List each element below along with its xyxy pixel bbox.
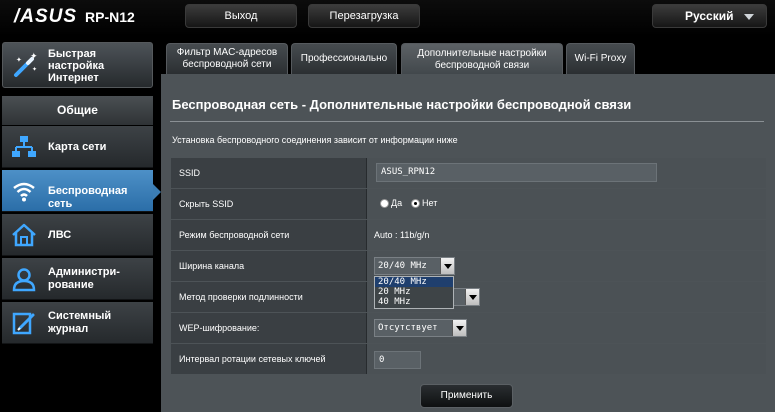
- hide-ssid-label: Скрыть SSID: [171, 189, 367, 219]
- wireless-mode-label: Режим беспроводной сети: [171, 220, 367, 250]
- channel-bandwidth-select[interactable]: 20/40 MHz: [374, 257, 455, 275]
- magic-wand-icon: ✦ ✦ ✦: [14, 52, 38, 77]
- sidebar-item-network-map[interactable]: Карта сети: [2, 126, 153, 168]
- tab-wifi-proxy[interactable]: Wi-Fi Proxy: [566, 43, 635, 74]
- chevron-down-icon: [744, 14, 754, 20]
- language-value: Русский: [685, 9, 734, 23]
- channel-bandwidth-label: Ширина канала: [171, 251, 367, 281]
- wep-encryption-select[interactable]: Отсутствует: [374, 319, 467, 337]
- general-section-title: Общие: [2, 96, 153, 125]
- apply-button[interactable]: Применить: [420, 384, 513, 408]
- sidebar-item-label: Беспроводная сеть: [48, 185, 128, 210]
- logout-button[interactable]: Выход: [185, 4, 297, 28]
- sidebar-item-label: Администри- рование: [48, 266, 120, 291]
- ssid-label: SSID: [171, 158, 367, 188]
- hide-ssid-yes-label: Да: [391, 198, 403, 208]
- quick-internet-setup-button[interactable]: ✦ ✦ ✦ Быстрая настройка Интернет: [2, 42, 153, 88]
- router-model: RP-N12: [85, 9, 135, 25]
- wireless-mode-value: Auto : 11b/g/n: [374, 230, 430, 240]
- page-title: Беспроводная сеть - Дополнительные настр…: [172, 97, 632, 112]
- sidebar-item-label: ЛВС: [48, 229, 72, 241]
- hide-ssid-no-label: Нет: [422, 198, 438, 208]
- dropdown-option[interactable]: 40 MHz: [375, 297, 453, 307]
- ssid-input[interactable]: ASUS_RPN12: [376, 163, 657, 182]
- dropdown-option[interactable]: 20 MHz: [375, 287, 453, 297]
- sidebar-item-administration[interactable]: Администри- рование: [2, 258, 153, 300]
- sidebar-item-wireless[interactable]: Беспроводная сеть: [2, 170, 153, 212]
- sidebar-item-label: Карта сети: [48, 141, 107, 153]
- row-wep: WEP-шифрование:: [171, 313, 766, 343]
- rekey-interval-label: Интервал ротации сетевых ключей: [171, 344, 367, 374]
- rekey-interval-input[interactable]: 0: [374, 351, 421, 369]
- title-divider: [170, 121, 764, 122]
- reboot-button[interactable]: Перезагрузка: [308, 4, 420, 28]
- system-log-icon: [12, 312, 35, 335]
- active-item-pointer: [153, 184, 161, 200]
- language-select[interactable]: Русский: [652, 4, 767, 28]
- row-channel-bandwidth: Ширина канала: [171, 251, 766, 281]
- tab-mac-filter[interactable]: Фильтр MAC-адресов беспроводной сети: [166, 43, 288, 74]
- row-hide-ssid: Скрыть SSID: [171, 189, 766, 219]
- tab-professional[interactable]: Профессионально: [291, 43, 397, 74]
- chevron-down-icon: [440, 258, 454, 274]
- channel-bandwidth-dropdown: 20/40 MHz 20 MHz 40 MHz: [374, 276, 454, 309]
- network-map-icon: [12, 136, 36, 157]
- svg-text:✦: ✦: [32, 66, 37, 73]
- top-bar: /ASUS RP-N12 Выход Перезагрузка Русский: [0, 0, 775, 36]
- row-rekey-interval: Интервал ротации сетевых ключей: [171, 344, 766, 374]
- sidebar-item-lan[interactable]: ЛВС: [2, 214, 153, 256]
- asus-logo: /ASUS: [14, 6, 78, 27]
- hide-ssid-yes-radio[interactable]: [380, 199, 389, 208]
- row-value-cell: [367, 344, 766, 374]
- tab-advanced-wireless[interactable]: Дополнительные настройки беспроводной свя…: [401, 43, 563, 75]
- hide-ssid-no-radio[interactable]: [411, 199, 420, 208]
- chevron-down-icon: [465, 289, 479, 305]
- auth-method-label: Метод проверки подлинности: [171, 282, 367, 312]
- page-description: Установка беспроводного соединения завис…: [172, 135, 458, 145]
- svg-text:✦: ✦: [16, 56, 22, 64]
- quick-setup-label: Быстрая настройка Интернет: [48, 48, 105, 84]
- channel-bandwidth-value: 20/40 MHz: [378, 261, 427, 271]
- row-wireless-mode: Режим беспроводной сети: [171, 220, 766, 250]
- chevron-down-icon: [452, 320, 466, 336]
- svg-text:✦: ✦: [30, 52, 38, 62]
- home-lan-icon: [12, 223, 36, 247]
- wifi-icon: [13, 182, 35, 202]
- admin-user-icon: [12, 268, 36, 292]
- sidebar-item-system-log[interactable]: Системный журнал: [2, 302, 153, 344]
- dropdown-option[interactable]: 20/40 MHz: [375, 277, 453, 287]
- wep-label: WEP-шифрование:: [171, 313, 367, 343]
- sidebar-item-label: Системный журнал: [48, 310, 112, 335]
- wep-encryption-value: Отсутствует: [378, 323, 438, 333]
